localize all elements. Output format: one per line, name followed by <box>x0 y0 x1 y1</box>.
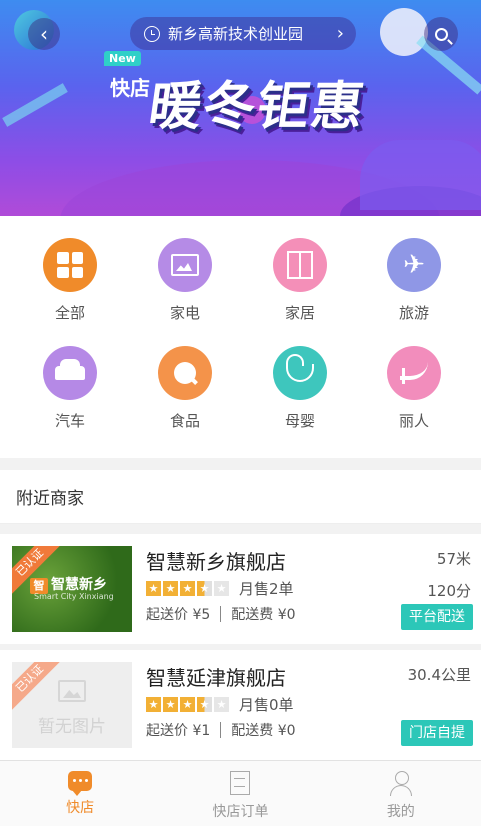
car-icon <box>43 346 97 400</box>
category-baby[interactable]: 母婴 <box>240 346 360 431</box>
location-selector[interactable]: 新乡高新技术创业园 › <box>130 17 356 50</box>
category-travel[interactable]: ✈ 旅游 <box>354 238 474 323</box>
tv-icon <box>158 238 212 292</box>
delivery-type-badge: 门店自提 <box>401 720 473 746</box>
star-icon: ★ <box>180 697 195 712</box>
store-distance: 30.4公里 <box>407 666 471 684</box>
nearby-section-title: 附近商家 <box>0 470 481 524</box>
tab-orders[interactable]: 快店订单 <box>160 761 320 826</box>
food-icon <box>158 346 212 400</box>
store-card[interactable]: 智智慧新乡 Smart City Xinxiang 已认证 智慧新乡旗舰店 57… <box>0 534 481 644</box>
store-image-subtext: Smart City Xinxiang <box>34 592 114 601</box>
grid-icon <box>43 238 97 292</box>
category-home[interactable]: 家居 <box>240 238 360 323</box>
delivery-fee: 配送费 ¥0 <box>231 723 296 739</box>
category-label: 家居 <box>284 304 315 322</box>
tab-mine[interactable]: 我的 <box>321 761 481 826</box>
category-label: 丽人 <box>398 412 429 430</box>
category-all[interactable]: 全部 <box>10 238 130 323</box>
banner-decoration <box>380 8 428 56</box>
star-icon: ★ <box>180 581 195 596</box>
category-label: 家电 <box>169 304 200 322</box>
store-image: 智智慧新乡 Smart City Xinxiang 已认证 <box>12 546 132 632</box>
divider <box>220 606 222 622</box>
search-button[interactable] <box>424 17 458 51</box>
category-label: 全部 <box>54 304 85 322</box>
bottom-tab-bar: 快店 快店订单 我的 <box>0 760 481 826</box>
delivery-fee: 配送费 ¥0 <box>231 607 296 623</box>
monthly-sales: 月售0单 <box>239 696 294 714</box>
category-label: 旅游 <box>398 304 429 322</box>
chat-bubble-icon <box>68 771 93 796</box>
fee-row: 起送价 ¥1 配送费 ¥0 <box>146 720 296 740</box>
store-distance: 57米 <box>436 550 471 568</box>
store-score: 120分 <box>427 582 471 600</box>
new-tag: New <box>104 51 141 66</box>
star-half-icon: ★ <box>197 581 212 596</box>
image-placeholder-icon <box>58 680 86 702</box>
min-order: 起送价 ¥5 <box>146 607 211 623</box>
category-label: 母婴 <box>284 412 315 430</box>
user-icon <box>389 771 412 796</box>
order-list-icon <box>230 771 251 795</box>
chevron-right-icon: › <box>336 23 344 44</box>
store-name: 智慧新乡旗舰店 <box>146 550 286 574</box>
promo-banner[interactable]: ‹ 新乡高新技术创业园 › New 快店 暖冬钜惠 <box>0 0 481 216</box>
wardrobe-icon <box>273 238 327 292</box>
fee-row: 起送价 ¥5 配送费 ¥0 <box>146 604 296 624</box>
star-empty-icon: ★ <box>214 697 229 712</box>
star-empty-icon: ★ <box>214 581 229 596</box>
rating-row: ★ ★ ★ ★ ★ 月售0单 <box>146 694 294 715</box>
divider <box>220 722 222 738</box>
monthly-sales: 月售2单 <box>239 580 294 598</box>
brand-label: 快店 <box>110 76 150 100</box>
search-icon <box>434 27 448 41</box>
category-grid: 全部 家电 家居 ✈ 旅游 汽车 食品 母婴 丽人 <box>0 216 481 458</box>
min-order: 起送价 ¥1 <box>146 723 211 739</box>
category-appliances[interactable]: 家电 <box>125 238 245 323</box>
back-button[interactable]: ‹ <box>28 18 60 50</box>
banner-decoration <box>360 140 481 210</box>
tab-label: 我的 <box>386 804 415 820</box>
stroller-icon <box>273 346 327 400</box>
star-icon: ★ <box>146 581 161 596</box>
category-label: 汽车 <box>54 412 85 430</box>
star-icon: ★ <box>146 697 161 712</box>
banner-decoration <box>2 83 68 127</box>
tab-label: 快店 <box>66 800 95 816</box>
star-rating: ★ ★ ★ ★ ★ <box>146 697 229 712</box>
category-food[interactable]: 食品 <box>125 346 245 431</box>
plane-globe-icon: ✈ <box>387 238 441 292</box>
high-heel-icon <box>387 346 441 400</box>
promo-title: 暖冬钜惠 <box>145 76 370 137</box>
category-beauty[interactable]: 丽人 <box>354 346 474 431</box>
store-card[interactable]: 暂无图片 已认证 智慧延津旗舰店 30.4公里 ★ ★ ★ ★ ★ 月售0单 起… <box>0 650 481 760</box>
delivery-type-badge: 平台配送 <box>401 604 473 630</box>
location-name: 新乡高新技术创业园 <box>168 25 304 43</box>
star-icon: ★ <box>163 697 178 712</box>
star-half-icon: ★ <box>197 697 212 712</box>
store-image-placeholder: 暂无图片 已认证 <box>12 662 132 748</box>
star-rating: ★ ★ ★ ★ ★ <box>146 581 229 596</box>
store-name: 智慧延津旗舰店 <box>146 666 286 690</box>
tab-label: 快店订单 <box>212 804 269 820</box>
no-image-text: 暂无图片 <box>38 717 106 737</box>
tab-kuaidian[interactable]: 快店 <box>0 761 160 826</box>
verified-ribbon: 已认证 <box>12 662 65 714</box>
category-auto[interactable]: 汽车 <box>10 346 130 431</box>
back-icon: ‹ <box>40 22 48 46</box>
rating-row: ★ ★ ★ ★ ★ 月售2单 <box>146 578 294 599</box>
category-label: 食品 <box>169 412 200 430</box>
store-image-logo: 智智慧新乡 <box>30 574 107 594</box>
star-icon: ★ <box>163 581 178 596</box>
clock-icon <box>144 25 160 42</box>
